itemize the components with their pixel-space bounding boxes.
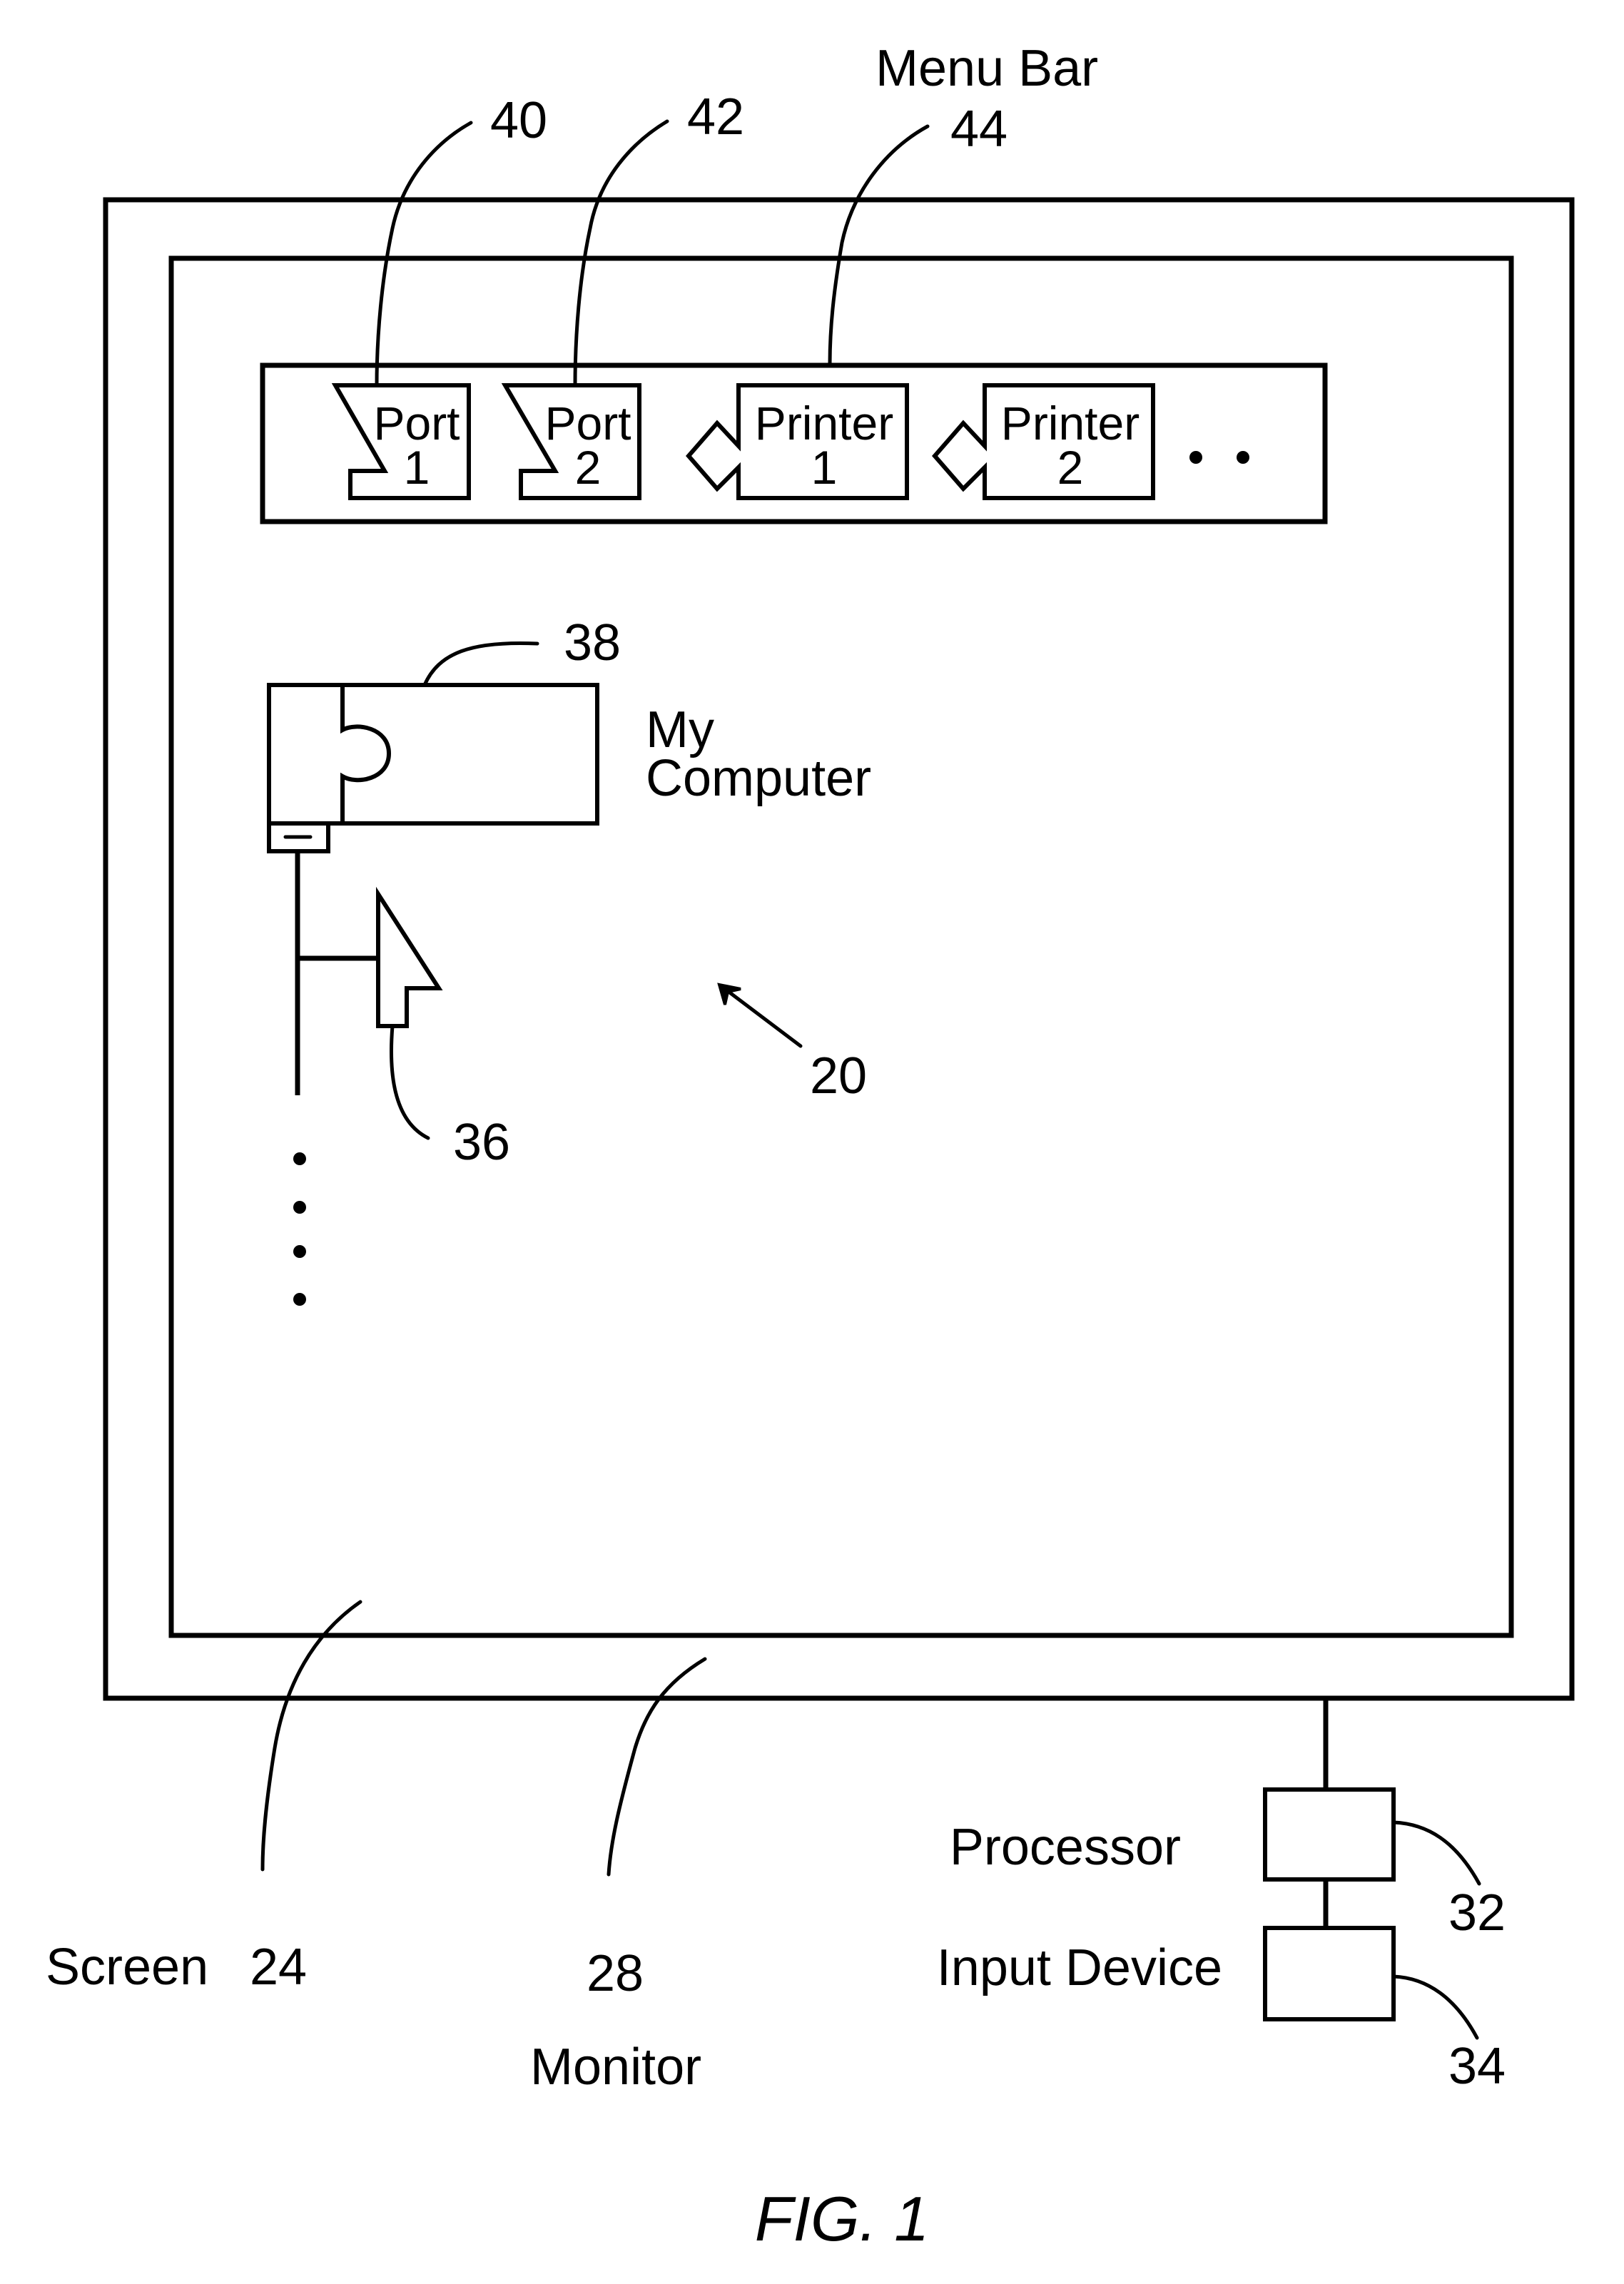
processor-label: Processor	[950, 1819, 1181, 1876]
numeral-42: 42	[687, 88, 744, 146]
menu-item-printer-2[interactable]: Printer 2	[932, 383, 1155, 500]
leader-38	[422, 641, 539, 687]
figure-caption: FIG. 1	[755, 2183, 930, 2254]
printer-2-number: 2	[1057, 441, 1084, 494]
ellipsis-dot	[1189, 451, 1202, 464]
reference-arrow-20	[720, 985, 803, 1048]
port-2-number: 2	[575, 441, 602, 494]
leader-44	[828, 124, 930, 367]
numeral-44: 44	[950, 101, 1008, 158]
patent-figure: Port 1 Port 2 Printer 1 Printer 2 40 42 …	[46, 40, 1575, 2254]
my-computer-label-line2: Computer	[646, 750, 871, 807]
leader-32	[1391, 1820, 1481, 1886]
menu-item-port-1[interactable]: Port 1	[331, 383, 471, 500]
numeral-24: 24	[250, 1939, 307, 1996]
numeral-34: 34	[1448, 2038, 1506, 2095]
numeral-36: 36	[453, 1114, 510, 1171]
more-items-ellipsis[interactable]	[1189, 451, 1249, 464]
leader-24	[260, 1600, 362, 1872]
leader-34	[1391, 1974, 1479, 2040]
screen-label: Screen	[46, 1939, 208, 1996]
ellipsis-dot	[1237, 451, 1249, 464]
numeral-40: 40	[490, 92, 547, 149]
processor-box	[1263, 1787, 1396, 1882]
numeral-28: 28	[587, 1945, 644, 2002]
leader-42	[573, 119, 669, 387]
menu-item-port-2[interactable]: Port 2	[501, 383, 641, 500]
leader-36	[390, 1024, 430, 1140]
menu-item-printer-1[interactable]: Printer 1	[686, 383, 909, 500]
port-1-number: 1	[404, 441, 430, 494]
desktop-icon-my-computer[interactable]: My Computer	[267, 683, 871, 853]
puzzle-piece-icon	[267, 683, 599, 853]
leader-40	[375, 121, 473, 387]
printer-1-number: 1	[811, 441, 838, 494]
monitor-label: Monitor	[530, 2039, 701, 2096]
numeral-32: 32	[1448, 1884, 1506, 1942]
leader-28	[607, 1657, 707, 1877]
arrow-cursor-icon	[376, 886, 443, 1028]
numeral-38: 38	[564, 614, 621, 671]
input-device-box	[1263, 1926, 1396, 2021]
more-icons-ellipsis	[293, 1152, 306, 1306]
input-device-label: Input Device	[937, 1939, 1222, 1996]
menu-bar-label: Menu Bar	[876, 40, 1098, 97]
menu-bar[interactable]: Port 1 Port 2 Printer 1 Printer 2	[260, 362, 1328, 524]
numeral-20: 20	[810, 1047, 867, 1105]
